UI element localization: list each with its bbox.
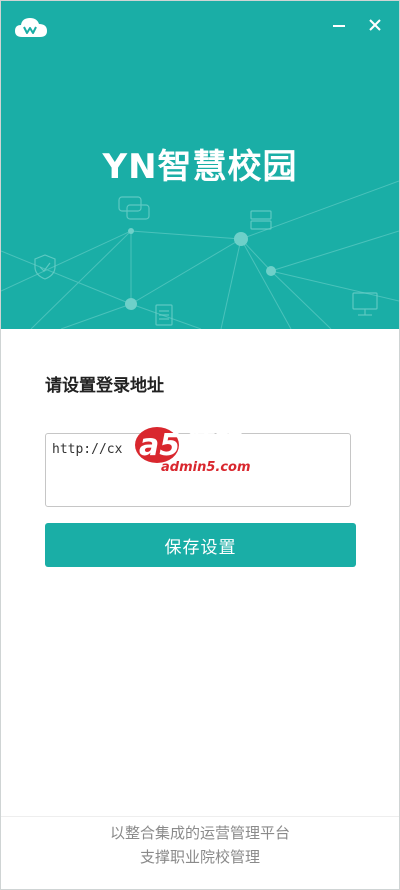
- watermark-main: a5源码: [139, 428, 243, 463]
- footer-line-2: 支撑职业院校管理: [139, 848, 260, 866]
- watermark-logo: a5源码 admin5.com: [135, 427, 251, 475]
- brand-title: YN智慧校园: [102, 147, 298, 187]
- brand: YN智慧校园: [1, 139, 399, 188]
- cloud-logo-icon: [15, 18, 47, 37]
- header-banner: YN智慧校园: [1, 1, 399, 329]
- watermark-sub: admin5.com: [161, 460, 251, 475]
- save-settings-button[interactable]: 保存设置: [45, 523, 356, 567]
- close-button[interactable]: [363, 13, 387, 37]
- app-window: YN智慧校园 请设置登录地址 a5源码 admin5.com 保存设置 以整合集…: [0, 0, 400, 890]
- minimize-button[interactable]: [327, 13, 351, 37]
- close-icon: [369, 19, 381, 31]
- footer-line-1: 以整合集成的运营管理平台: [109, 824, 290, 842]
- form-section: 请设置登录地址: [45, 371, 357, 396]
- footer-divider: [1, 816, 399, 817]
- address-label: 请设置登录地址: [45, 376, 164, 396]
- minimize-icon: [333, 25, 345, 27]
- footer: 以整合集成的运营管理平台 支撑职业院校管理: [1, 821, 399, 869]
